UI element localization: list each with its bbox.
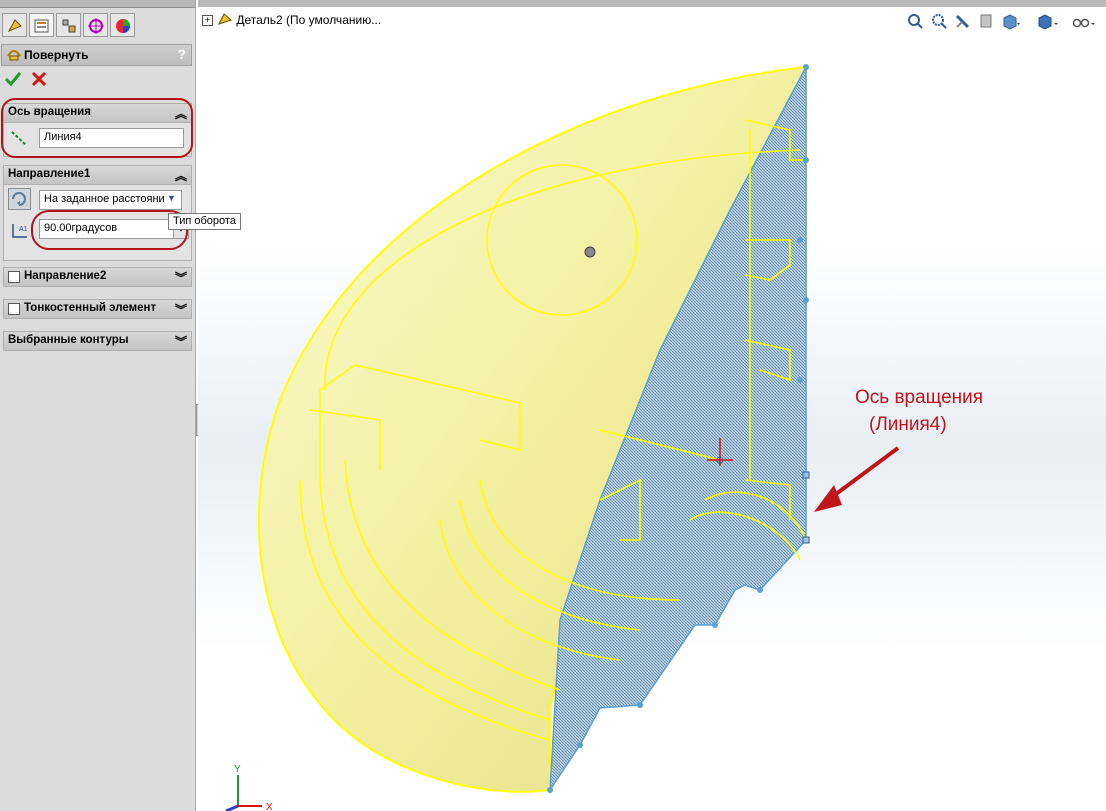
angle-input[interactable]: 90.00градусов ▾ bbox=[39, 219, 189, 239]
annotation-line1: Ось вращения bbox=[855, 387, 984, 408]
feature-header: Повернуть ? bbox=[1, 44, 192, 66]
direction2-title: Направление2 bbox=[24, 270, 107, 282]
thin-feature-title: Тонкостенный элемент bbox=[24, 302, 157, 314]
selected-contours-header[interactable]: Выбранные контуры ︾ bbox=[4, 332, 191, 351]
thin-feature-checkbox[interactable] bbox=[8, 303, 20, 315]
property-manager-panel: Повернуть ? Ось вращения ︽ Линия4 Направ… bbox=[0, 0, 196, 811]
revolve-feature-icon bbox=[6, 48, 22, 65]
thin-feature-header[interactable]: Тонкостенный элемент ︾ bbox=[4, 300, 191, 319]
manager-tabs bbox=[0, 13, 195, 39]
chevron-down-icon[interactable]: ▼ bbox=[167, 193, 179, 207]
direction1-header[interactable]: Направление1 ︽ bbox=[4, 166, 191, 185]
dimxpert-icon bbox=[88, 18, 104, 34]
ok-cancel-bar bbox=[4, 70, 84, 92]
tab-featuremanager[interactable] bbox=[2, 13, 27, 37]
coordinate-triad-icon bbox=[225, 775, 262, 811]
selected-contours-group: Выбранные контуры ︾ bbox=[3, 331, 192, 351]
annotation-arrow bbox=[814, 446, 900, 512]
tab-propertymanager[interactable] bbox=[29, 13, 54, 37]
axis-of-revolution-group: Ось вращения ︽ Линия4 bbox=[3, 103, 192, 157]
tab-dimxpert[interactable] bbox=[83, 13, 108, 37]
revolve-type-select[interactable]: На заданное расстояни ▼ bbox=[39, 190, 182, 210]
collapse-chevron-icon[interactable]: ︽ bbox=[175, 105, 187, 122]
svg-text:A1: A1 bbox=[19, 226, 28, 233]
axis-endpoint-handle[interactable] bbox=[802, 471, 810, 479]
direction2-checkbox[interactable] bbox=[8, 271, 20, 283]
selected-contours-title: Выбранные контуры bbox=[8, 334, 129, 346]
property-manager-icon bbox=[34, 19, 49, 33]
thin-feature-group: Тонкостенный элемент ︾ bbox=[3, 299, 192, 319]
tab-configurationmanager[interactable] bbox=[56, 13, 81, 37]
axis-endpoint-handle[interactable] bbox=[802, 536, 810, 544]
display-manager-icon bbox=[116, 19, 130, 33]
angle-value: 90.00градусов bbox=[44, 222, 118, 234]
revolve-type-value: На заданное расстояни bbox=[44, 193, 165, 205]
reverse-direction-icon[interactable] bbox=[8, 188, 31, 210]
expand-chevron-icon[interactable]: ︾ bbox=[175, 269, 187, 286]
axis-group-header[interactable]: Ось вращения ︽ bbox=[4, 104, 191, 123]
configuration-icon bbox=[62, 19, 76, 33]
expand-chevron-icon[interactable]: ︾ bbox=[175, 301, 187, 318]
direction1-title: Направление1 bbox=[8, 168, 91, 180]
direction2-group: Направление2 ︾ bbox=[3, 267, 192, 287]
cancel-x-icon[interactable] bbox=[30, 70, 50, 90]
annotation-line2: (Линия4) bbox=[869, 414, 947, 435]
direction2-header[interactable]: Направление2 ︾ bbox=[4, 268, 191, 287]
panel-top-strip bbox=[0, 0, 195, 8]
rotation-center-icon bbox=[584, 246, 596, 258]
help-button[interactable]: ? bbox=[177, 46, 186, 62]
angle-icon: A1 bbox=[10, 221, 30, 244]
axis-group-title: Ось вращения bbox=[8, 106, 91, 118]
feature-tree-icon bbox=[7, 19, 22, 33]
axis-annotation-text: Ось вращения (Линия4) bbox=[855, 384, 983, 438]
axis-selection-field[interactable]: Линия4 bbox=[39, 128, 184, 148]
y-axis-label: Y bbox=[234, 764, 241, 775]
expand-chevron-icon[interactable]: ︾ bbox=[175, 333, 187, 350]
x-axis-label: X bbox=[266, 802, 273, 811]
feature-title: Повернуть bbox=[24, 48, 89, 62]
tab-displaymanager[interactable] bbox=[110, 13, 135, 37]
ok-check-icon[interactable] bbox=[4, 70, 24, 90]
collapse-chevron-icon[interactable]: ︽ bbox=[175, 167, 187, 184]
direction1-group: Направление1 ︽ На заданное расстояни ▼ A… bbox=[3, 165, 192, 261]
line-axis-icon bbox=[10, 129, 28, 150]
